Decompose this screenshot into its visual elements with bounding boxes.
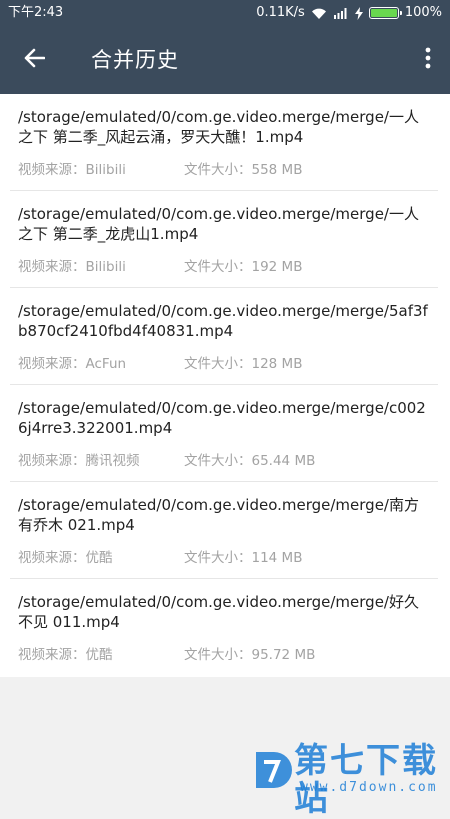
status-indicators: 0.11K/s 100% xyxy=(256,5,442,21)
file-path: /storage/emulated/0/com.ge.video.merge/m… xyxy=(18,399,426,437)
video-source: 视频来源：优酷 xyxy=(18,550,113,566)
file-size: 文件大小：128 MB xyxy=(184,356,303,372)
list-item[interactable]: /storage/emulated/0/com.ge.video.merge/m… xyxy=(0,288,450,385)
back-button[interactable] xyxy=(14,40,54,80)
more-options-button[interactable] xyxy=(416,44,440,76)
charging-icon xyxy=(354,6,363,20)
battery-tip xyxy=(399,11,402,15)
list-item[interactable]: /storage/emulated/0/com.ge.video.merge/m… xyxy=(0,94,450,191)
battery-fill xyxy=(370,9,397,17)
list-item[interactable]: /storage/emulated/0/com.ge.video.merge/m… xyxy=(0,482,450,579)
watermark: 第七下载站 www.d7down.com xyxy=(250,734,450,818)
video-source: 视频来源：优酷 xyxy=(18,647,113,663)
wifi-icon xyxy=(311,7,327,20)
network-speed: 0.11K/s xyxy=(256,5,305,20)
file-size: 文件大小：192 MB xyxy=(184,259,303,275)
status-time: 下午2:43 xyxy=(8,5,64,20)
video-source: 视频来源：Bilibili xyxy=(18,259,126,275)
file-size: 文件大小：65.44 MB xyxy=(184,453,316,469)
status-bar: 下午2:43 0.11K/s 100% xyxy=(0,0,450,26)
watermark-url: www.d7down.com xyxy=(300,780,438,795)
video-source: 视频来源：腾讯视频 xyxy=(18,453,140,469)
file-size: 文件大小：114 MB xyxy=(184,550,303,566)
merge-history-list: /storage/emulated/0/com.ge.video.merge/m… xyxy=(0,94,450,677)
back-arrow-icon xyxy=(23,48,46,72)
file-path: /storage/emulated/0/com.ge.video.merge/m… xyxy=(18,496,419,534)
list-item[interactable]: /storage/emulated/0/com.ge.video.merge/m… xyxy=(0,385,450,482)
file-size: 文件大小：558 MB xyxy=(184,162,303,178)
file-size: 文件大小：95.72 MB xyxy=(184,647,316,663)
file-path: /storage/emulated/0/com.ge.video.merge/m… xyxy=(18,205,419,243)
more-vertical-icon xyxy=(425,47,431,73)
video-source: 视频来源：AcFun xyxy=(18,356,127,372)
page-title: 合并历史 xyxy=(91,48,179,72)
watermark-title: 第七下载站 xyxy=(294,741,438,819)
file-path: /storage/emulated/0/com.ge.video.merge/m… xyxy=(18,593,419,631)
file-path: /storage/emulated/0/com.ge.video.merge/m… xyxy=(18,108,419,146)
app-toolbar: 合并历史 xyxy=(0,26,450,94)
list-item[interactable]: /storage/emulated/0/com.ge.video.merge/m… xyxy=(0,579,450,676)
file-path: /storage/emulated/0/com.ge.video.merge/m… xyxy=(18,302,428,340)
d7-logo-icon xyxy=(252,746,292,794)
battery-percent: 100% xyxy=(404,5,442,20)
battery-icon xyxy=(368,7,402,19)
list-item[interactable]: /storage/emulated/0/com.ge.video.merge/m… xyxy=(0,191,450,288)
signal-icon xyxy=(333,7,349,19)
video-source: 视频来源：Bilibili xyxy=(18,162,126,178)
